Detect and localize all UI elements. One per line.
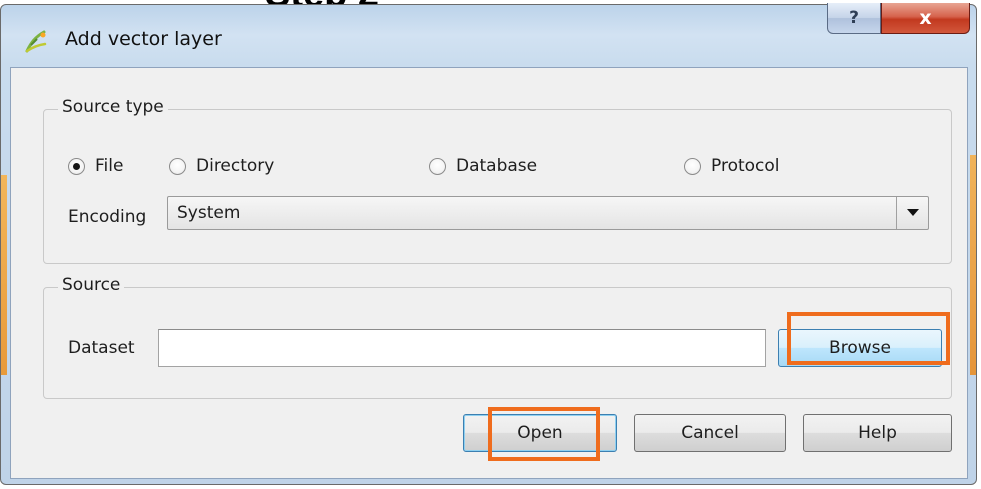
dialog-window: Add vector layer ? x Source type File Di… — [0, 3, 977, 485]
encoding-label: Encoding — [68, 207, 147, 227]
title-bar[interactable]: Add vector layer ? x — [1, 3, 976, 71]
close-button[interactable]: x — [881, 3, 970, 34]
radio-database-label: Database — [456, 156, 538, 176]
source-type-group: Source type File Directory Database Prot… — [43, 97, 952, 264]
source-type-legend: Source type — [58, 97, 168, 117]
browse-button[interactable]: Browse — [778, 329, 942, 367]
window-frame-accent-right — [970, 155, 976, 375]
radio-database[interactable]: Database — [429, 156, 537, 176]
radio-file-label: File — [95, 156, 124, 176]
dataset-input[interactable] — [158, 329, 766, 367]
open-button[interactable]: Open — [463, 414, 617, 452]
window-frame-accent-left — [1, 175, 7, 375]
qgis-icon — [25, 30, 47, 53]
question-mark-icon: ? — [849, 8, 859, 28]
chevron-down-icon — [906, 209, 919, 216]
close-icon: x — [919, 7, 932, 29]
help-titlebar-button[interactable]: ? — [827, 3, 881, 34]
source-legend: Source — [58, 275, 125, 295]
radio-indicator — [684, 157, 701, 175]
dialog-client-area: Source type File Directory Database Prot… — [10, 67, 968, 479]
radio-directory[interactable]: Directory — [169, 156, 274, 176]
window-title: Add vector layer — [65, 28, 222, 50]
encoding-value: System — [177, 203, 241, 223]
radio-selected-dot — [73, 162, 80, 170]
radio-file[interactable]: File — [68, 156, 123, 176]
help-button[interactable]: Help — [803, 414, 952, 452]
cancel-button[interactable]: Cancel — [634, 414, 786, 452]
dataset-label: Dataset — [68, 338, 135, 358]
radio-indicator — [169, 157, 186, 175]
radio-indicator — [429, 157, 446, 175]
radio-protocol-label: Protocol — [711, 156, 780, 176]
encoding-combobox[interactable]: System — [167, 196, 929, 230]
dropdown-toggle[interactable] — [896, 197, 928, 229]
radio-indicator — [68, 157, 85, 175]
radio-protocol[interactable]: Protocol — [684, 156, 780, 176]
radio-directory-label: Directory — [196, 156, 275, 176]
source-group: Source Dataset Browse — [43, 275, 952, 399]
